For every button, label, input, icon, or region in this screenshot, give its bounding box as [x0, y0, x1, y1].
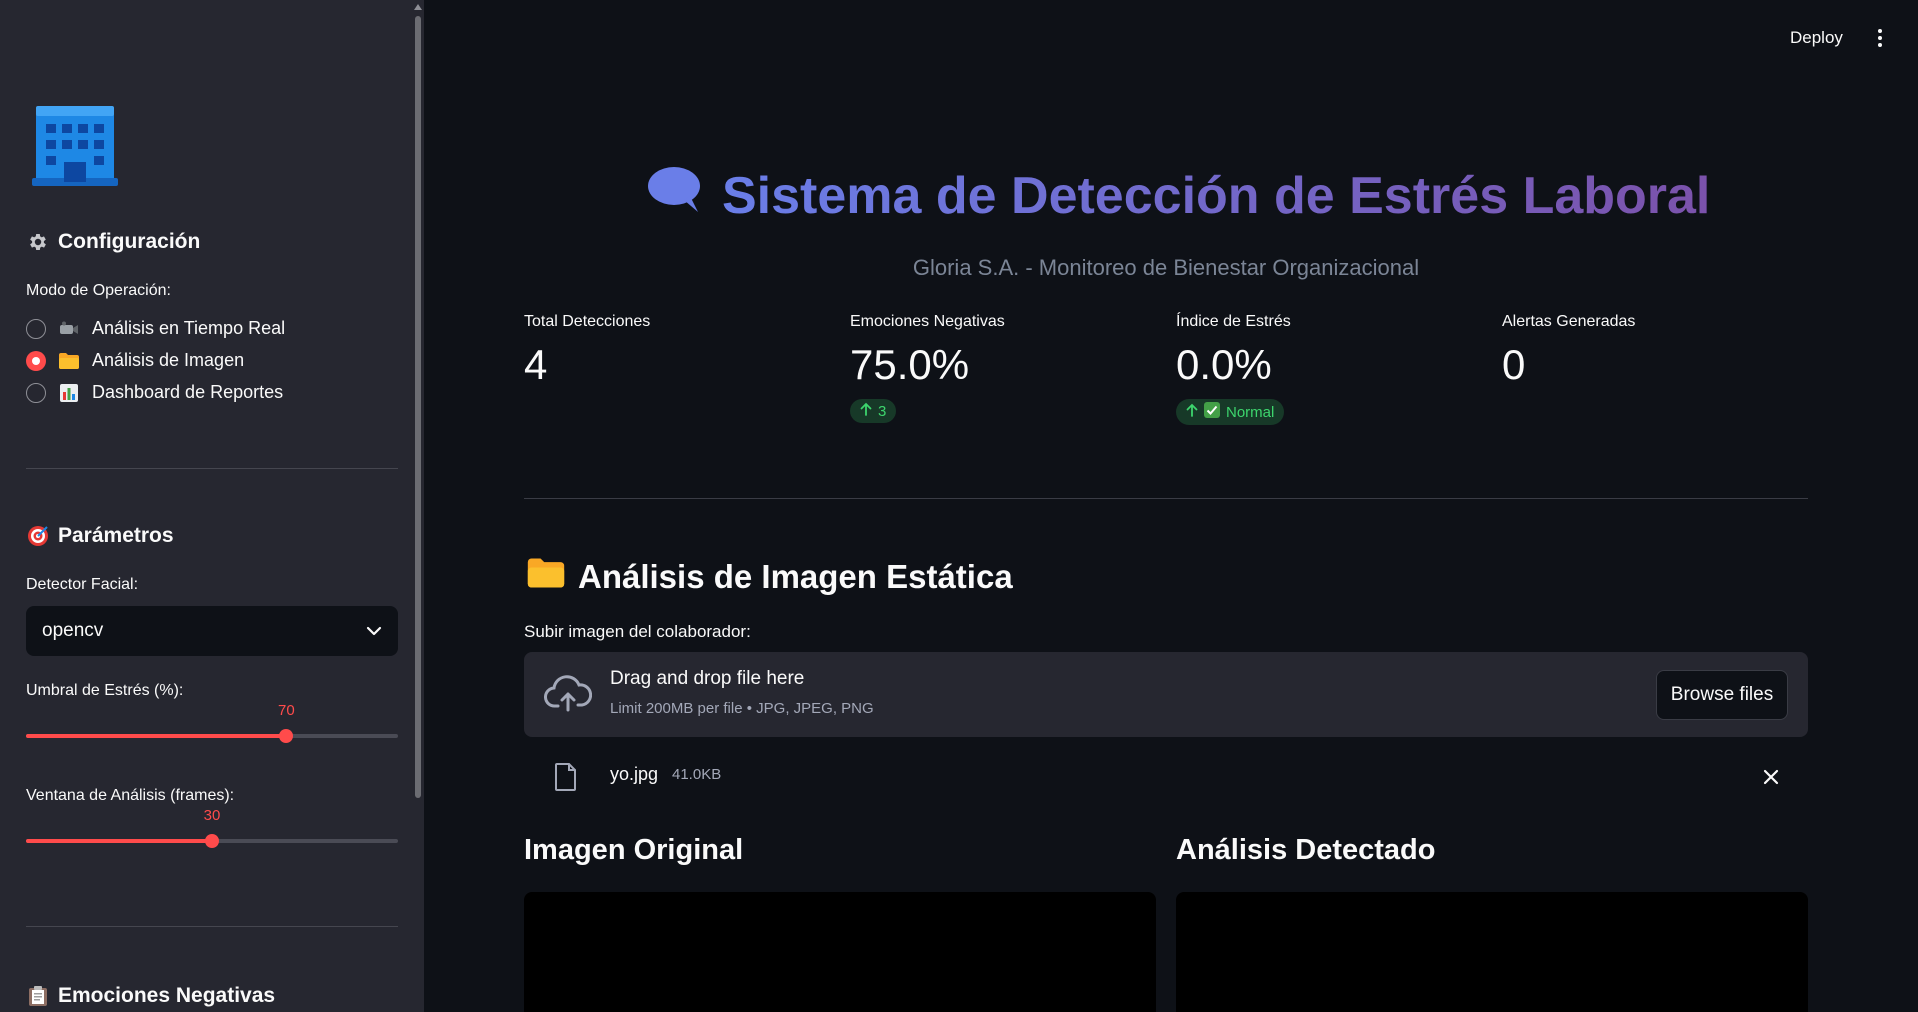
section-title-text: Análisis de Imagen Estática [578, 558, 1013, 595]
metric-value: 4 [524, 341, 548, 388]
radio-label: Análisis en Tiempo Real [92, 318, 286, 338]
scroll-up-arrow-icon[interactable] [414, 4, 422, 10]
file-dropzone[interactable]: Drag and drop file here Limit 200MB per … [524, 652, 1808, 737]
window-label: Ventana de Análisis (frames): [26, 787, 235, 804]
analysis-image [1176, 892, 1808, 1012]
metric-delta-value: Normal [1226, 403, 1275, 421]
metric-delta-badge: Normal [1176, 399, 1285, 425]
folder-icon [526, 556, 566, 598]
params-heading-label: Parámetros [58, 524, 174, 547]
dropzone-instruction: Drag and drop file here [610, 668, 805, 689]
original-image-title: Imagen Original [524, 834, 744, 866]
detector-select-value: opencv [42, 620, 104, 641]
analysis-image-title: Análisis Detectado [1176, 834, 1436, 866]
metric-total-detections: Total Detecciones 4 [524, 313, 824, 389]
file-size: 41.0KB [672, 766, 722, 783]
metric-value: 75.0% [850, 341, 970, 388]
radio-label: Dashboard de Reportes [92, 382, 284, 402]
stress-threshold-label: Umbral de Estrés (%): [26, 682, 184, 699]
radio-dashboard[interactable]: Dashboard de Reportes [26, 382, 283, 403]
file-name: yo.jpg [610, 764, 659, 784]
negatives-heading: Emociones Negativas [26, 984, 275, 1008]
browse-files-button[interactable]: Browse files [1656, 670, 1788, 720]
gear-icon [26, 230, 50, 254]
office-building-icon [32, 106, 118, 186]
page-title: Sistema de Detección de Estrés Laboral [646, 164, 1710, 227]
sidebar-scrollbar[interactable] [412, 0, 424, 1012]
negatives-heading-label: Emociones Negativas [58, 984, 276, 1007]
slider-fill [26, 734, 287, 738]
metric-delta-badge: 3 [850, 399, 897, 423]
upload-label: Subir imagen del colaborador: [524, 622, 751, 641]
main-divider [524, 498, 1808, 499]
deploy-button[interactable]: Deploy [1782, 24, 1851, 52]
detector-select[interactable]: opencv [26, 606, 398, 656]
sidebar-divider [26, 468, 398, 469]
check-mark-icon [1204, 402, 1220, 422]
metric-stress-index: Índice de Estrés 0.0% Normal [1176, 313, 1476, 425]
clipboard-icon [26, 984, 50, 1008]
arrow-up-icon [860, 402, 872, 420]
radio-button[interactable] [26, 382, 46, 403]
video-camera-icon [58, 319, 80, 339]
page-subtitle: Gloria S.A. - Monitoreo de Bienestar Org… [912, 255, 1420, 280]
detector-label: Detector Facial: [26, 576, 139, 593]
radio-image-analysis[interactable]: Análisis de Imagen [26, 350, 244, 371]
radio-label: Análisis de Imagen [92, 350, 245, 370]
metric-alerts: Alertas Generadas 0 [1502, 313, 1802, 389]
uploaded-file-row: yo.jpg 41.0KB [524, 754, 1808, 800]
config-heading: Configuración [26, 230, 200, 254]
sidebar: Configuración Modo de Operación: Análisi… [0, 0, 424, 1012]
scrollbar-thumb[interactable] [415, 16, 421, 798]
slider-thumb[interactable] [205, 834, 219, 848]
close-icon[interactable] [1760, 766, 1782, 788]
page-title-text: Sistema de Detección de Estrés Laboral [722, 166, 1711, 225]
mode-label: Modo de Operación: [26, 282, 171, 299]
sidebar-divider [26, 926, 398, 927]
metric-delta-value: 3 [878, 402, 887, 420]
slider-thumb[interactable] [279, 729, 294, 743]
bar-chart-icon [58, 383, 80, 403]
params-heading: Parámetros [26, 524, 174, 548]
config-heading-label: Configuración [58, 230, 201, 253]
cloud-upload-icon [544, 675, 592, 712]
more-menu-icon[interactable] [1872, 26, 1888, 50]
arrow-up-icon [1186, 403, 1198, 421]
metric-label: Total Detecciones [524, 313, 651, 330]
metric-value: 0.0% [1176, 341, 1272, 388]
stress-threshold-slider[interactable]: 70 [26, 702, 398, 748]
radio-realtime[interactable]: Análisis en Tiempo Real [26, 318, 285, 339]
slider-value: 70 [278, 702, 295, 719]
file-icon [555, 763, 576, 791]
metric-label: Emociones Negativas [850, 313, 1005, 330]
slider-value: 30 [203, 807, 221, 824]
slider-fill [26, 839, 212, 843]
speech-bubble-icon [646, 164, 702, 227]
chevron-down-icon [366, 620, 382, 642]
original-image [524, 892, 1156, 1012]
folder-icon [58, 351, 80, 371]
section-title: Análisis de Imagen Estática [526, 556, 1013, 598]
metric-label: Alertas Generadas [1502, 313, 1636, 330]
dropzone-limits: Limit 200MB per file • JPG, JPEG, PNG [610, 700, 874, 717]
target-icon [26, 524, 50, 548]
radio-button-selected[interactable] [26, 350, 46, 371]
radio-button[interactable] [26, 318, 46, 339]
metric-label: Índice de Estrés [1176, 313, 1291, 330]
metric-negative-emotions: Emociones Negativas 75.0% 3 [850, 313, 1150, 423]
metric-value: 0 [1502, 341, 1526, 388]
window-slider[interactable]: 30 [26, 807, 398, 853]
